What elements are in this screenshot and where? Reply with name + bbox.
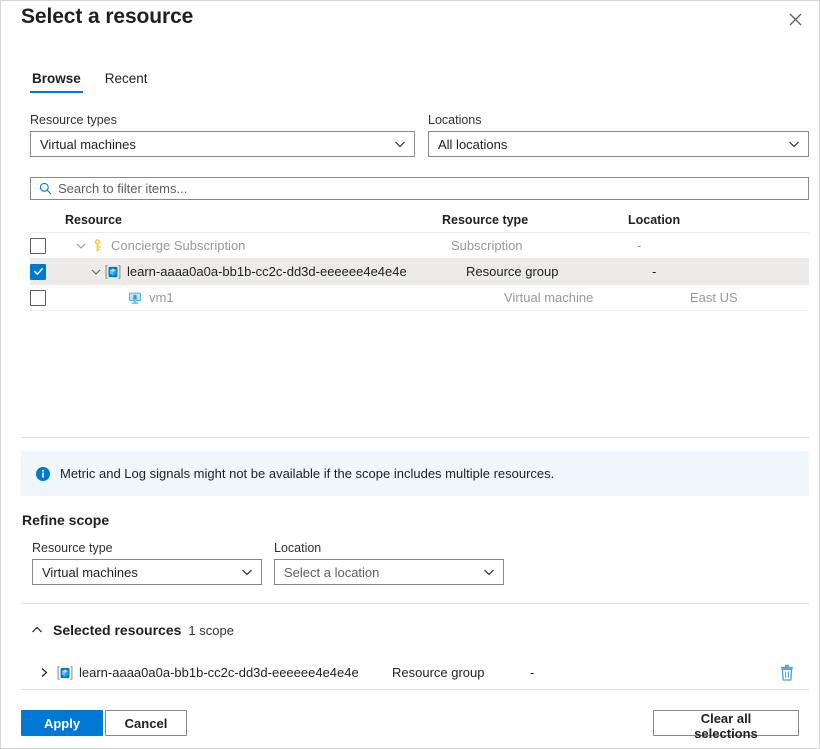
- key-icon: [94, 239, 101, 252]
- row-location: -: [637, 238, 642, 253]
- row-resource-name: Concierge Subscription: [111, 238, 246, 253]
- resource-group-icon: [105, 264, 121, 279]
- resource-types-filter: Resource types Virtual machines: [30, 113, 415, 157]
- selected-resource-row: learn-aaaa0a0a-bb1b-cc2c-dd3d-eeeeee4e4e…: [21, 656, 809, 690]
- search-input[interactable]: [58, 181, 800, 196]
- chevron-up-icon: [32, 626, 42, 633]
- info-icon: [36, 466, 50, 481]
- refine-resource-type-value: Virtual machines: [42, 564, 138, 580]
- table-row[interactable]: Concierge Subscription Subscription -: [30, 233, 809, 259]
- row-checkbox[interactable]: [30, 237, 46, 254]
- row-location: -: [652, 264, 657, 279]
- row-resource-name: learn-aaaa0a0a-bb1b-cc2c-dd3d-eeeeee4e4e…: [127, 264, 407, 279]
- tab-browse[interactable]: Browse: [30, 71, 83, 93]
- tab-list: Browse Recent: [30, 71, 150, 93]
- resource-types-value: Virtual machines: [40, 136, 136, 152]
- chevron-down-icon: [789, 141, 799, 148]
- row-resource-cell: Concierge Subscription: [65, 238, 451, 253]
- row-checkbox-cell: [30, 289, 65, 306]
- selected-resource-location: -: [530, 665, 535, 680]
- resource-types-label: Resource types: [30, 113, 117, 127]
- resource-types-select[interactable]: Virtual machines: [30, 131, 415, 157]
- cancel-button[interactable]: Cancel: [105, 710, 187, 736]
- locations-filter: Locations All locations: [428, 113, 809, 157]
- selected-resource-name-cell: learn-aaaa0a0a-bb1b-cc2c-dd3d-eeeeee4e4e…: [57, 665, 392, 681]
- search-icon: [39, 182, 52, 195]
- table-row[interactable]: vm1 Virtual machine East US: [30, 285, 809, 311]
- selected-resource-name: learn-aaaa0a0a-bb1b-cc2c-dd3d-eeeeee4e4e…: [79, 665, 359, 680]
- clear-all-selections-button[interactable]: Clear all selections: [653, 710, 799, 741]
- selected-resources-count: 1 scope: [188, 622, 234, 638]
- locations-value: All locations: [438, 136, 508, 152]
- section-divider: [21, 437, 809, 438]
- row-resource-cell: vm1: [65, 290, 504, 306]
- apply-button[interactable]: Apply: [21, 710, 103, 736]
- refine-scope-title: Refine scope: [22, 512, 110, 528]
- chevron-down-icon: [484, 569, 494, 576]
- info-banner-text: Metric and Log signals might not be avai…: [60, 466, 555, 481]
- row-resource-type: Virtual machine: [504, 290, 594, 305]
- refine-resource-type-field: Resource type Virtual machines: [32, 541, 262, 585]
- chevron-down-icon: [242, 569, 252, 576]
- section-divider: [21, 603, 809, 604]
- locations-select[interactable]: All locations: [428, 131, 809, 157]
- refine-location-field: Location Select a location: [274, 541, 504, 585]
- close-icon[interactable]: [779, 5, 811, 33]
- selected-resources-header[interactable]: Selected resources 1 scope: [30, 622, 234, 638]
- row-checkbox-cell: [30, 237, 65, 254]
- refine-location-value: Select a location: [284, 564, 380, 580]
- column-header-resource: Resource: [65, 212, 122, 227]
- resource-group-icon: [57, 665, 73, 680]
- chevron-down-icon[interactable]: [89, 265, 103, 279]
- row-resource-name: vm1: [149, 290, 174, 305]
- row-location: East US: [690, 290, 738, 305]
- row-checkbox[interactable]: [30, 263, 46, 280]
- search-bar[interactable]: [30, 177, 809, 200]
- refine-location-select[interactable]: Select a location: [274, 559, 504, 585]
- selected-resources-title: Selected resources: [53, 622, 182, 638]
- select-resource-dialog: Select a resource Browse Recent Resource…: [0, 0, 820, 749]
- column-header-resource-type: Resource type: [442, 212, 529, 227]
- chevron-down-icon[interactable]: [74, 239, 88, 253]
- virtual-machine-icon: [128, 292, 142, 304]
- trash-icon[interactable]: [773, 660, 801, 686]
- page-title: Select a resource: [21, 5, 194, 28]
- refine-resource-type-label: Resource type: [32, 541, 113, 555]
- chevron-right-icon[interactable]: [38, 666, 51, 679]
- resource-table: Resource Resource type Location Concierg…: [30, 207, 809, 311]
- footer-divider: [22, 689, 809, 690]
- checkmark-icon: [33, 268, 43, 275]
- selected-resource-type: Resource group: [392, 665, 485, 680]
- chevron-down-icon: [395, 141, 405, 148]
- row-checkbox-cell: [30, 263, 65, 280]
- dialog-header: Select a resource: [1, 1, 819, 53]
- info-banner: Metric and Log signals might not be avai…: [21, 451, 809, 496]
- table-row[interactable]: learn-aaaa0a0a-bb1b-cc2c-dd3d-eeeeee4e4e…: [30, 259, 809, 285]
- column-header-location: Location: [628, 212, 681, 227]
- row-resource-type: Resource group: [466, 264, 559, 279]
- row-checkbox[interactable]: [30, 289, 46, 306]
- row-resource-cell: learn-aaaa0a0a-bb1b-cc2c-dd3d-eeeeee4e4e…: [65, 264, 466, 280]
- locations-label: Locations: [428, 113, 482, 127]
- table-header: Resource Resource type Location: [30, 207, 809, 233]
- tab-recent[interactable]: Recent: [103, 71, 150, 93]
- row-resource-type: Subscription: [451, 238, 523, 253]
- refine-resource-type-select[interactable]: Virtual machines: [32, 559, 262, 585]
- refine-location-label: Location: [274, 541, 322, 555]
